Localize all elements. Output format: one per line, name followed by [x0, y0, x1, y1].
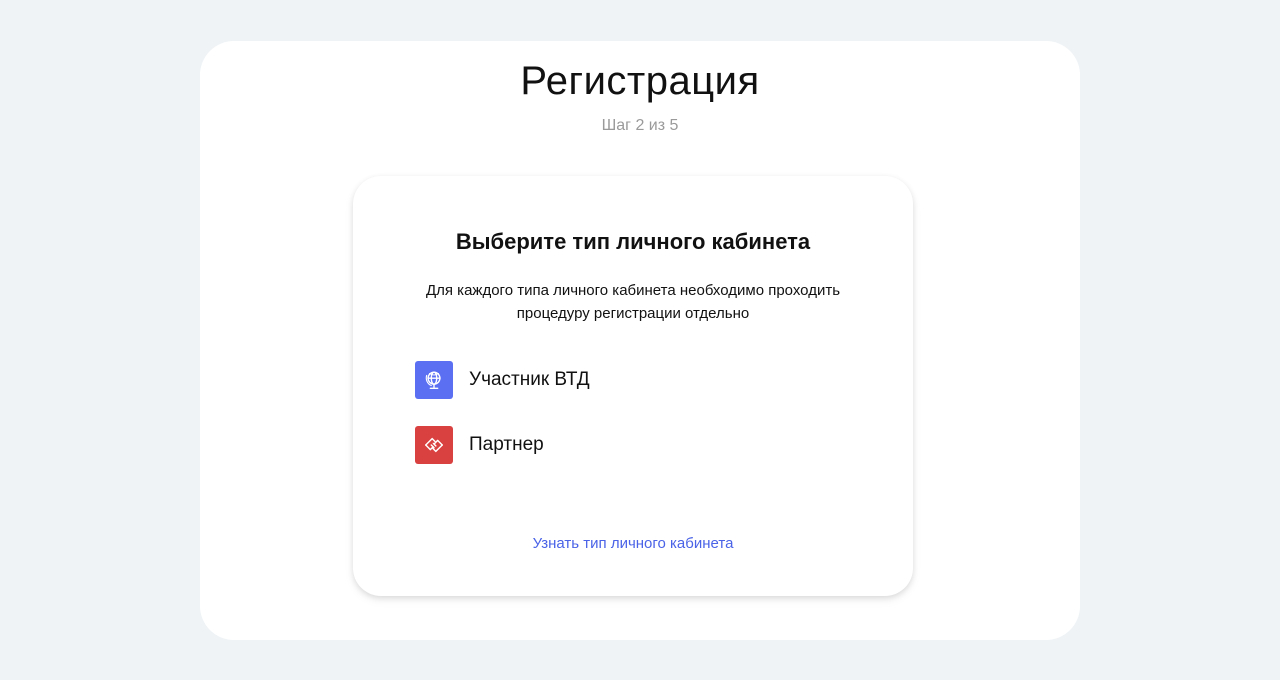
- step-indicator: Шаг 2 из 5: [601, 117, 679, 134]
- learn-account-type-link[interactable]: Узнать тип личного кабинета: [353, 534, 913, 554]
- account-type-card: Выберите тип личного кабинета Для каждог…: [353, 176, 913, 596]
- card-title: Выберите тип личного кабинета: [455, 229, 811, 254]
- globe-icon: [415, 361, 453, 399]
- page-title: Регистрация: [520, 59, 760, 103]
- option-label: Партнер: [469, 434, 544, 455]
- option-label: Участник ВТД: [469, 369, 590, 390]
- option-partner[interactable]: Партнер: [415, 425, 851, 465]
- handshake-icon: [415, 426, 453, 464]
- card-description: Для каждого типа личного кабинета необхо…: [425, 282, 841, 322]
- option-vtd-participant[interactable]: Участник ВТД: [415, 360, 851, 400]
